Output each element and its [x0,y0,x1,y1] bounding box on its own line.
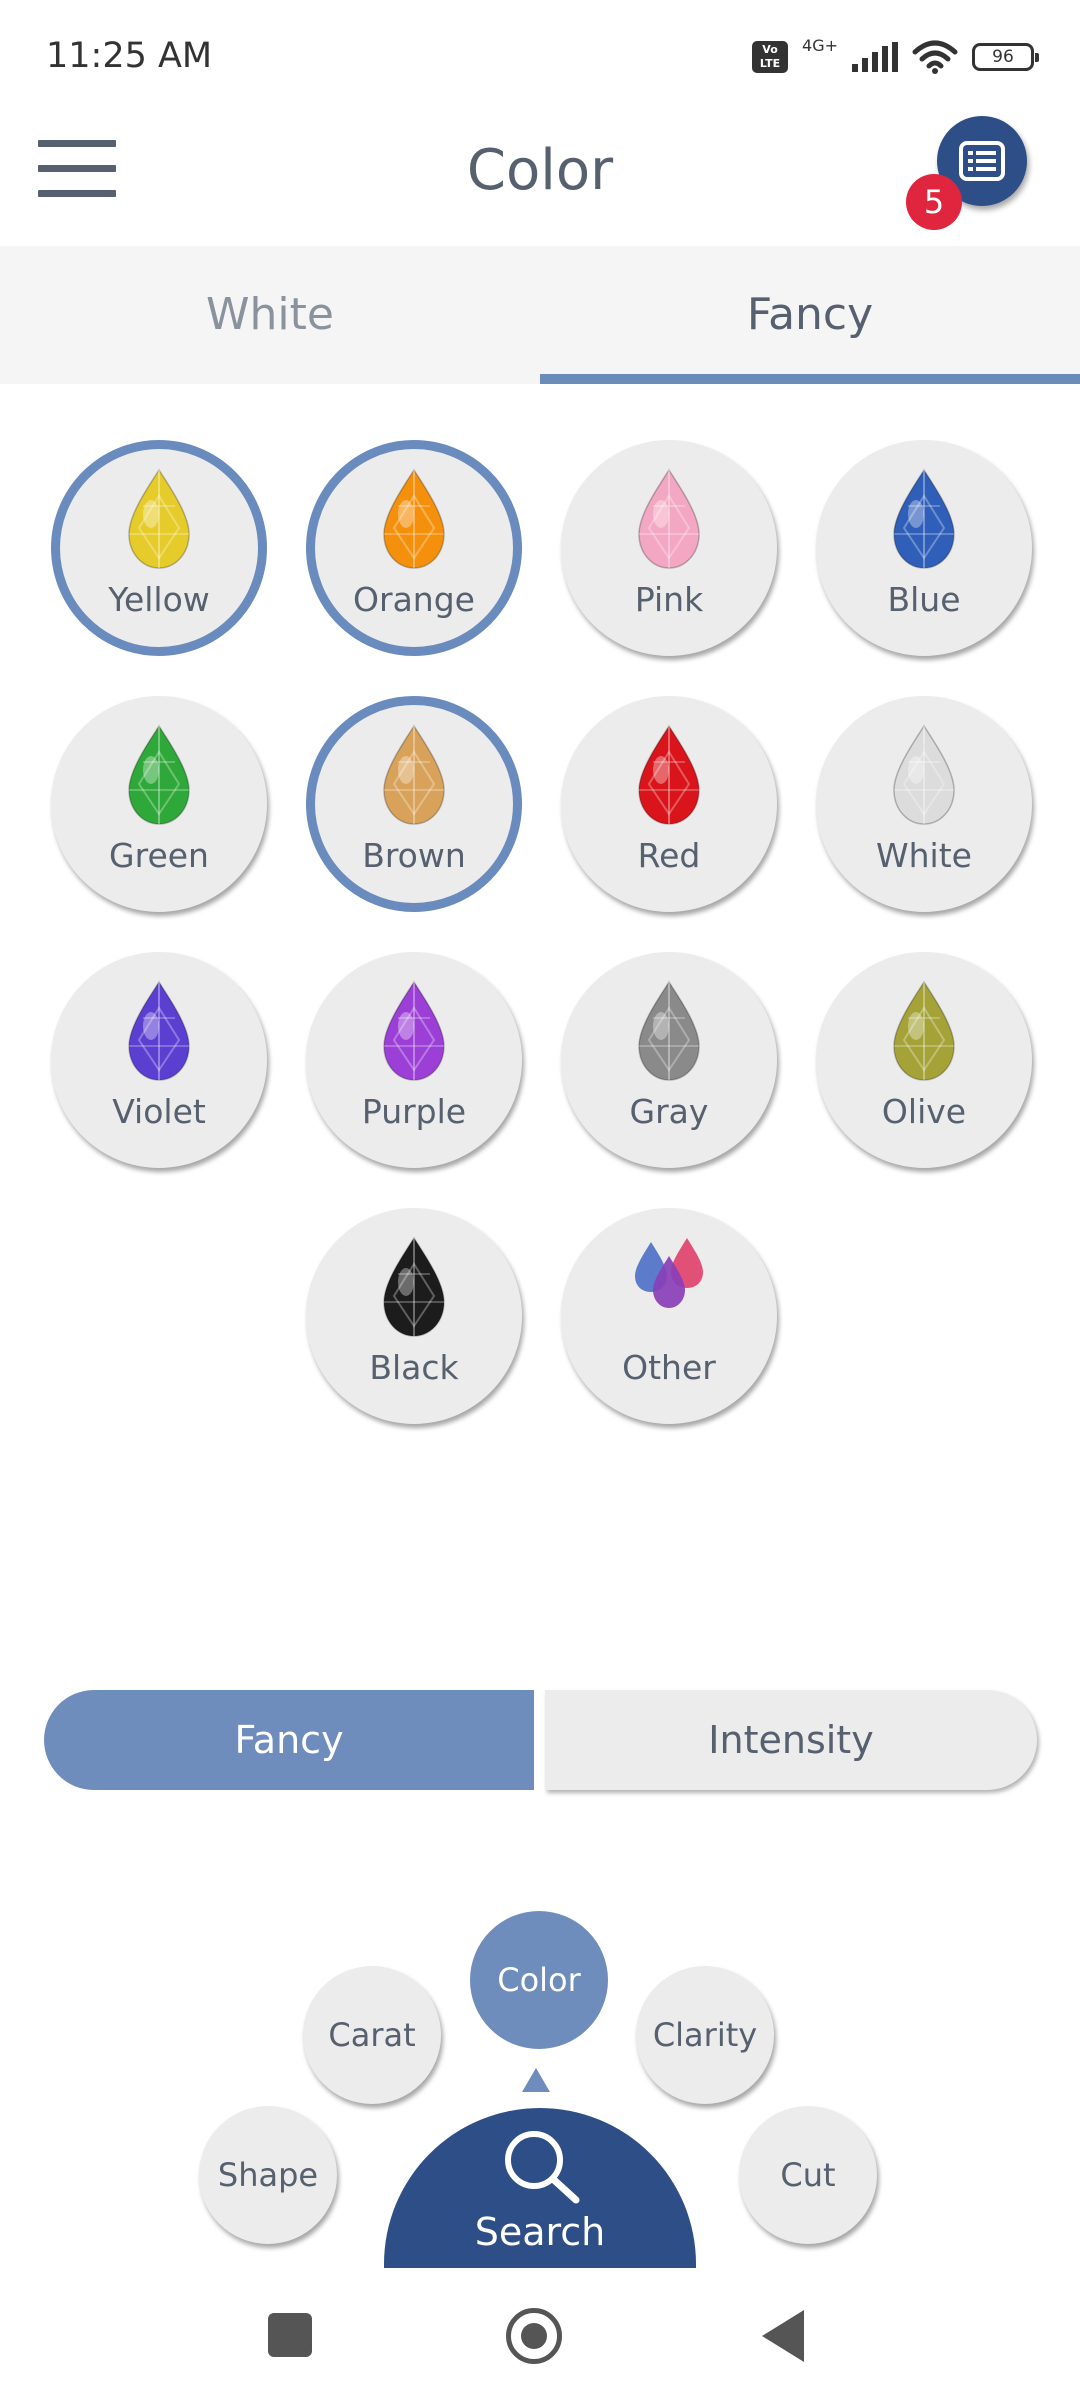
color-option-other[interactable]: Other [561,1208,777,1424]
wifi-icon [912,40,958,74]
step-color[interactable]: Color [470,1911,608,2049]
gem-orange-icon [383,468,445,569]
color-option-pink[interactable]: Pink [561,440,777,656]
color-option-label: Purple [361,1092,467,1131]
color-option-label: Yellow [108,580,210,619]
battery-icon: 96 [972,43,1039,71]
color-option-blue[interactable]: Blue [816,440,1032,656]
back-button[interactable] [762,2310,804,2362]
color-option-label: Brown [362,836,466,875]
segment-intensity[interactable]: Intensity [545,1690,1037,1790]
gem-black-icon [383,1236,445,1337]
color-option-label: Green [109,836,209,875]
color-option-label: Orange [353,580,475,619]
tab-fancy[interactable]: Fancy [540,246,1080,384]
volte-icon: Vo LTE [752,41,789,73]
step-cut[interactable]: Cut [739,2106,877,2244]
color-option-violet[interactable]: Violet [51,952,267,1168]
signal-icon [852,42,898,72]
step-clarity[interactable]: Clarity [636,1966,774,2104]
step-carat[interactable]: Carat [303,1966,441,2104]
tab-white[interactable]: White [0,246,540,384]
network-type: 4G+ [802,35,838,55]
color-option-label: Gray [629,1092,709,1131]
color-option-red[interactable]: Red [561,696,777,912]
color-option-label: White [876,836,972,875]
color-option-label: Olive [881,1092,967,1131]
tab-bar: White Fancy [0,246,1080,384]
multicolor-drops-icon [635,1238,703,1308]
color-option-olive[interactable]: Olive [816,952,1032,1168]
color-option-purple[interactable]: Purple [306,952,522,1168]
gem-pink-icon [638,468,700,569]
color-option-green[interactable]: Green [51,696,267,912]
color-option-label: Violet [112,1092,206,1131]
gem-green-icon [128,724,190,825]
count-badge: 5 [906,174,962,230]
gem-gray-icon [638,980,700,1081]
gem-yellow-icon [128,468,190,569]
status-icons: Vo LTE 4G+ 96 [752,36,1039,74]
color-option-label: Blue [887,580,961,619]
color-option-gray[interactable]: Gray [561,952,777,1168]
color-option-yellow[interactable]: Yellow [51,440,267,656]
gem-purple-icon [383,980,445,1081]
segment-fancy[interactable]: Fancy [44,1690,534,1790]
search-icon [505,2131,580,2204]
status-time: 11:25 AM [46,36,213,76]
search-button[interactable]: Search [384,2108,696,2268]
gem-red-icon [638,724,700,825]
gem-blue-icon [893,468,955,569]
gem-olive-icon [893,980,955,1081]
active-tab-indicator [540,374,1080,384]
recents-button[interactable] [268,2313,312,2357]
color-option-black[interactable]: Black [306,1208,522,1424]
step-shape[interactable]: Shape [199,2106,337,2244]
gem-white-icon [893,724,955,825]
gem-violet-icon [128,980,190,1081]
color-option-label: Red [637,836,701,875]
color-option-white[interactable]: White [816,696,1032,912]
home-button[interactable] [506,2308,562,2364]
color-option-brown[interactable]: Brown [306,696,522,912]
color-option-label: Pink [634,580,704,619]
color-option-label: Other [622,1348,716,1387]
gem-brown-icon [383,724,445,825]
color-option-label: Black [369,1348,459,1387]
color-option-orange[interactable]: Orange [306,440,522,656]
list-icon [959,141,1005,181]
search-label: Search [474,2210,606,2254]
active-step-pointer [522,2068,550,2092]
